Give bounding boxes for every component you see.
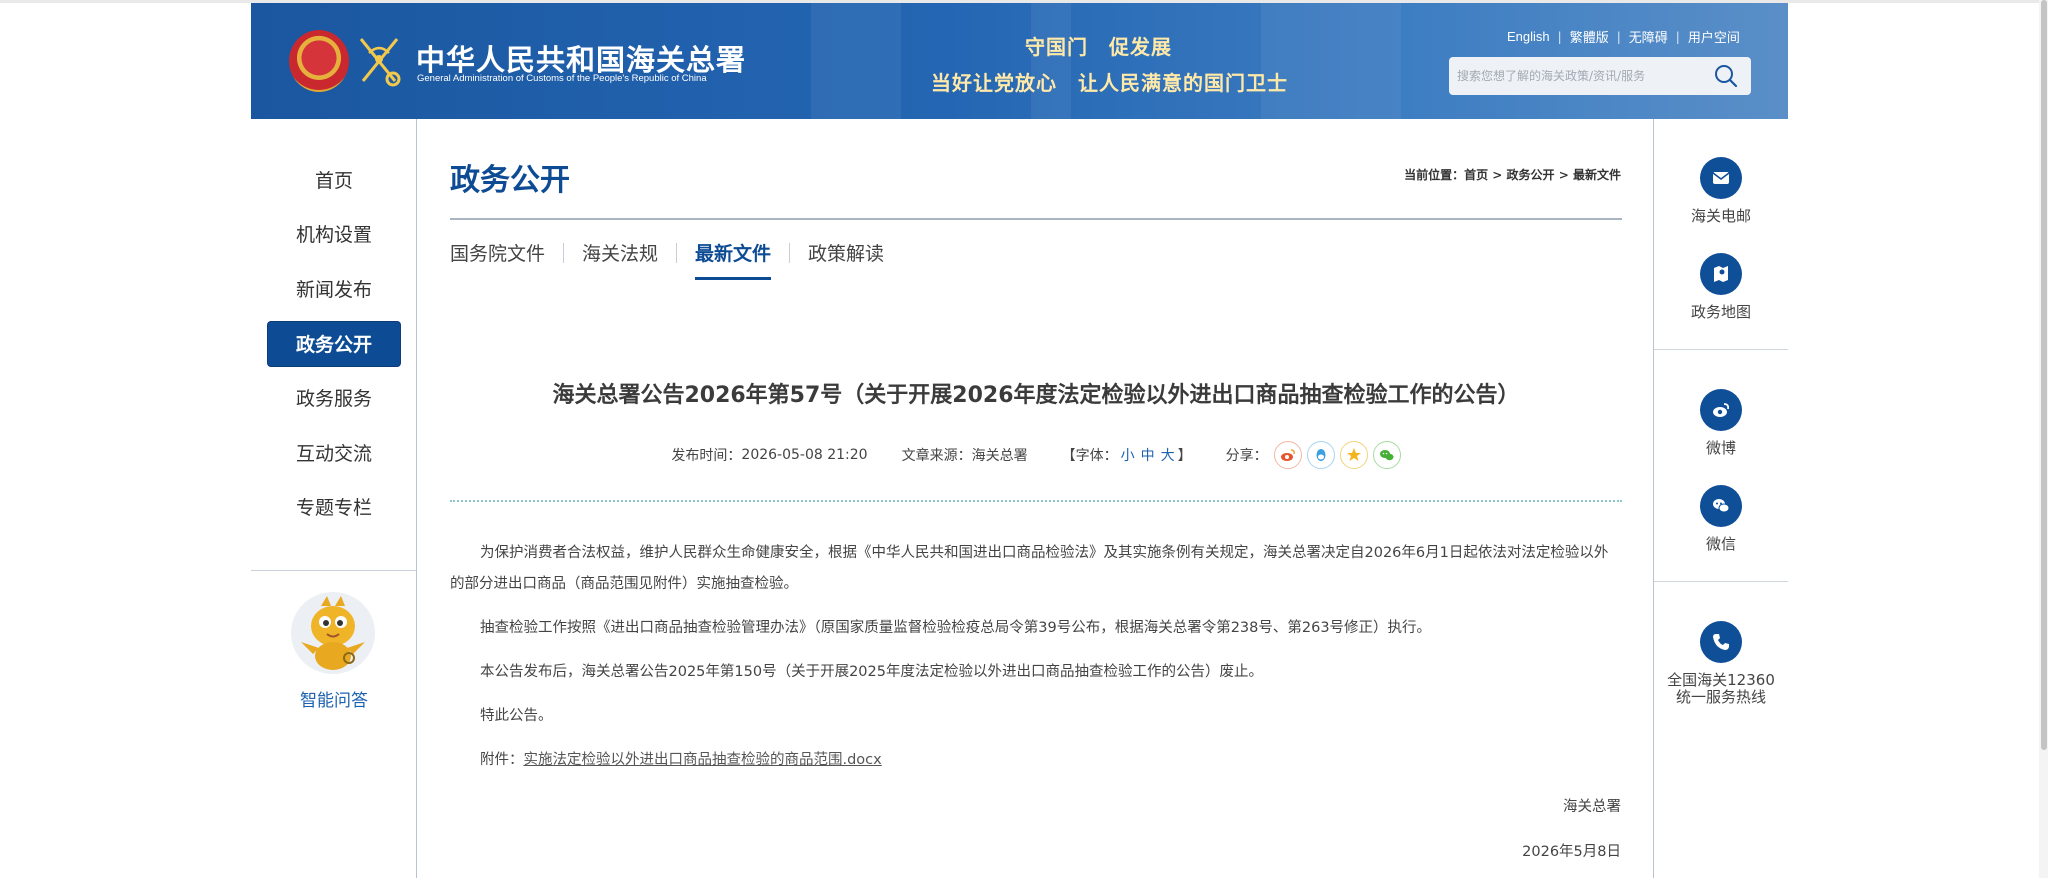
link-separator: |: [1557, 29, 1562, 44]
slogan-line-2: 当好让党放心 让人民满意的国门卫士: [931, 71, 1288, 95]
map-icon: [1700, 253, 1742, 295]
article-paragraph: 特此公告。: [480, 708, 553, 724]
service-hotline-label-line2: 统一服务热线: [1675, 688, 1766, 706]
scrollbar-thumb[interactable]: [2041, 0, 2047, 750]
right-service-panel: 海关电邮 政务地图 微博 微信 全国海关12360 统一服务热线: [1654, 119, 1788, 878]
breadcrumb-home[interactable]: 首页: [1464, 168, 1488, 182]
search-input[interactable]: [1457, 57, 1707, 95]
tab-separator: [563, 242, 565, 263]
customs-email-link[interactable]: 海关电邮: [1654, 157, 1788, 225]
tab-latest-documents[interactable]: 最新文件: [695, 239, 772, 280]
panel-divider: [1654, 581, 1788, 582]
header-decoration: [1261, 3, 1401, 119]
breadcrumb: 当前位置：首页 > 政务公开 > 最新文件: [1404, 166, 1621, 183]
tab-customs-regulations[interactable]: 海关法规: [582, 239, 658, 280]
nav-item-government-affairs[interactable]: 政务公开: [267, 321, 401, 367]
source-label: 文章来源：: [901, 448, 972, 464]
phone-icon: [1700, 621, 1742, 663]
tab-state-council-documents[interactable]: 国务院文件: [450, 239, 545, 280]
nav-item-organization[interactable]: 机构设置: [267, 212, 401, 258]
article-source: 海关总署: [971, 448, 1028, 464]
wechat-icon: [1700, 485, 1742, 527]
signature: 海关总署: [1563, 799, 1621, 815]
publish-time-label: 发布时间：: [671, 448, 742, 464]
title-rule: [450, 218, 1622, 220]
qzone-icon[interactable]: [1339, 441, 1368, 469]
nav-divider: [251, 570, 417, 571]
wechat-link[interactable]: 微信: [1654, 485, 1788, 553]
wechat-label: 微信: [1705, 535, 1736, 553]
site-subtitle: General Administration of Customs of the…: [417, 73, 707, 84]
document-tabs: 国务院文件 海关法规 最新文件 政策解读: [450, 239, 884, 280]
page-title: 政务公开: [450, 163, 570, 198]
wechat-icon[interactable]: [1372, 441, 1401, 469]
link-separator: |: [1675, 29, 1680, 44]
nav-item-special-topics[interactable]: 专题专栏: [267, 485, 401, 531]
font-size-small-button[interactable]: 小: [1121, 445, 1135, 465]
assistant-mascot-image[interactable]: [291, 592, 375, 674]
attachment-label: 附件：: [480, 752, 524, 768]
left-column-rule: [416, 119, 417, 878]
share-label: 分享：: [1225, 448, 1268, 464]
top-links: English | 繁體版 | 无障碍 | 用户空间: [1507, 27, 1740, 46]
weibo-link[interactable]: 微博: [1654, 389, 1788, 457]
font-size-label: 【字体：: [1061, 448, 1118, 464]
article-body: 为保护消费者合法权益，维护人民群众生命健康安全，根据《中华人民共和国进出口商品检…: [450, 538, 1622, 776]
font-size-medium-button[interactable]: 中: [1141, 445, 1155, 465]
nav-item-services[interactable]: 政务服务: [267, 376, 401, 422]
breadcrumb-government-affairs[interactable]: 政务公开: [1507, 168, 1555, 182]
article-meta: 发布时间： 2026-05-08 21:20 文章来源： 海关总署 【字体： 小…: [450, 440, 1622, 470]
share-icons: [1273, 441, 1401, 469]
publish-time: 2026-05-08 21:20: [741, 447, 868, 463]
government-map-label: 政务地图: [1690, 303, 1751, 321]
attachment-link[interactable]: 实施法定检验以外进出口商品抽查检验的商品范围.docx: [524, 752, 882, 768]
font-size-large-button[interactable]: 大: [1161, 445, 1175, 465]
panel-divider: [1654, 349, 1788, 350]
article-paragraph: 本公告发布后，海关总署公告2025年第150号（关于开展2025年度法定检验以外…: [480, 664, 1263, 680]
article-paragraph: 为保护消费者合法权益，维护人民群众生命健康安全，根据《中华人民共和国进出口商品检…: [450, 545, 1609, 592]
traditional-chinese-link[interactable]: 繁體版: [1570, 27, 1609, 46]
article-title: 海关总署公告2026年第57号（关于开展2026年度法定检验以外进出口商品抽查检…: [552, 383, 1520, 408]
tab-separator: [676, 242, 678, 263]
tab-policy-interpretation[interactable]: 政策解读: [808, 239, 884, 280]
signature-date: 2026年5月8日: [1522, 844, 1621, 860]
accessibility-link[interactable]: 无障碍: [1629, 27, 1668, 46]
service-hotline-link[interactable]: 全国海关12360 统一服务热线: [1654, 621, 1788, 706]
customs-email-label: 海关电邮: [1690, 207, 1751, 225]
meta-divider: [450, 500, 1622, 502]
link-separator: |: [1616, 29, 1621, 44]
search-box: [1449, 57, 1751, 95]
nav-item-news[interactable]: 新闻发布: [267, 267, 401, 313]
slogan-line-1: 守国门 促发展: [1025, 35, 1172, 59]
breadcrumb-latest-documents[interactable]: 最新文件: [1573, 168, 1621, 182]
tab-separator: [789, 242, 791, 263]
service-hotline-label-line1: 全国海关12360: [1667, 671, 1775, 689]
mail-icon: [1700, 157, 1742, 199]
header-decoration: [1031, 3, 1071, 119]
government-map-link[interactable]: 政务地图: [1654, 253, 1788, 321]
breadcrumb-prefix: 当前位置：: [1404, 168, 1465, 182]
qq-icon[interactable]: [1306, 441, 1335, 469]
english-link[interactable]: English: [1507, 29, 1550, 44]
header-decoration: [811, 3, 901, 119]
national-emblem-logo[interactable]: [289, 30, 349, 92]
search-icon[interactable]: [1713, 64, 1739, 88]
weibo-icon[interactable]: [1273, 441, 1302, 469]
article-paragraph: 抽查检验工作按照《进出口商品抽查检验管理办法》（原国家质量监督检验检疫总局令第3…: [480, 620, 1432, 636]
breadcrumb-separator: >: [1488, 168, 1507, 182]
weibo-icon: [1700, 389, 1742, 431]
nav-item-interaction[interactable]: 互动交流: [267, 431, 401, 477]
nav-item-home[interactable]: 首页: [267, 158, 401, 204]
site-header: 中华人民共和国海关总署 General Administration of Cu…: [251, 3, 1788, 119]
customs-emblem-logo[interactable]: [355, 33, 403, 89]
smart-qa-link[interactable]: 智能问答: [251, 686, 417, 711]
left-navigation: 首页 机构设置 新闻发布 政务公开 政务服务 互动交流 专题专栏 智能问答: [251, 119, 417, 878]
breadcrumb-separator: >: [1554, 168, 1573, 182]
weibo-label: 微博: [1705, 439, 1736, 457]
attachment-line: 附件：实施法定检验以外进出口商品抽查检验的商品范围.docx: [450, 745, 1622, 776]
user-space-link[interactable]: 用户空间: [1688, 27, 1740, 46]
font-size-label-close: 】: [1177, 448, 1192, 464]
